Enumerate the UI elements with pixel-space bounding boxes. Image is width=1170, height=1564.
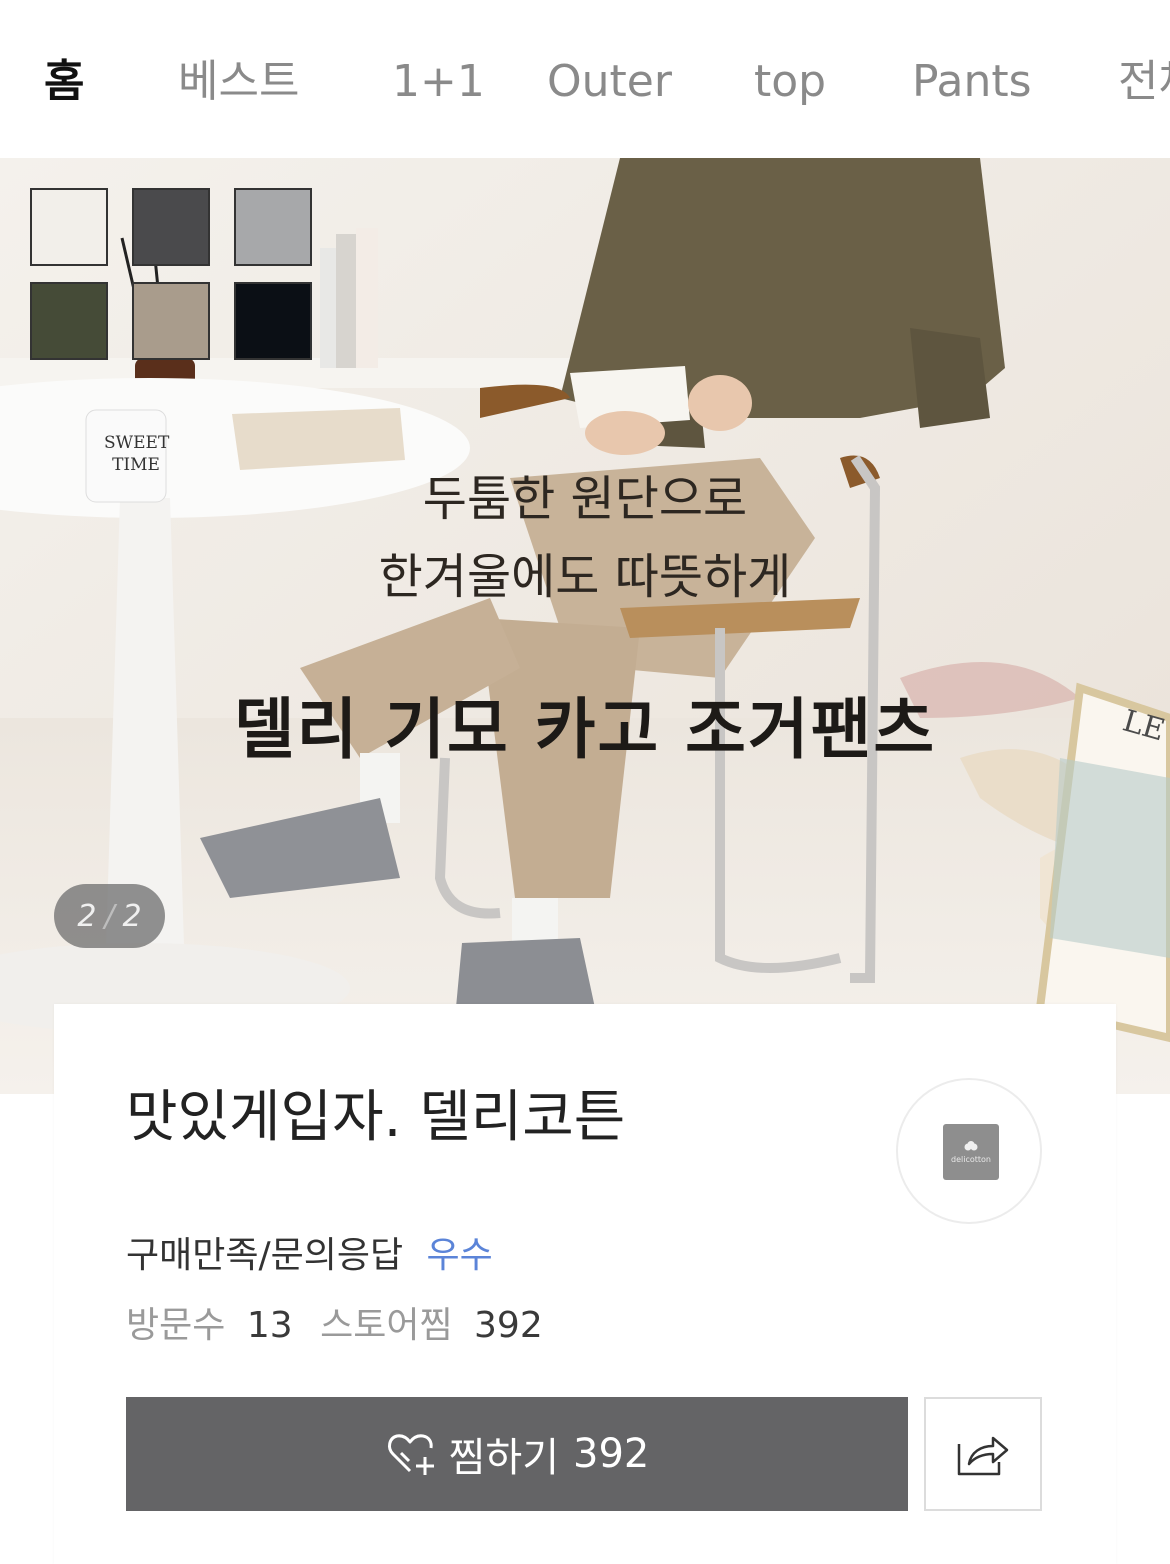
zzim-button-label: 찜하기	[448, 1435, 560, 1481]
tab-best[interactable]: 베스트	[178, 54, 299, 110]
tab-one-plus-one[interactable]: 1+1	[392, 54, 485, 110]
store-name: 맛있게입자. 델리코튼	[126, 1085, 626, 1150]
cotton-icon	[964, 1140, 978, 1150]
color-swatch-ivory	[30, 188, 108, 266]
category-tab-bar: 홈 베스트 1+1 Outer top Pants 전체	[0, 0, 1170, 158]
pager-current: 2	[77, 898, 97, 934]
zzim-button[interactable]: 찜하기 392	[126, 1397, 908, 1511]
banner-pager: 2 / 2	[54, 884, 165, 948]
banner-copy-line1: 두툼한 원단으로	[422, 471, 748, 527]
store-logo-image: delicotton	[943, 1124, 999, 1180]
heart-plus-icon	[385, 1431, 439, 1477]
visits-label: 방문수	[126, 1305, 226, 1346]
mug-text-line1: SWEET	[104, 433, 170, 453]
color-swatch-beige	[132, 282, 210, 360]
color-swatch-charcoal	[132, 188, 210, 266]
share-button[interactable]	[924, 1397, 1042, 1511]
tab-top[interactable]: top	[754, 54, 826, 110]
color-swatch-khaki	[30, 282, 108, 360]
zzim-button-count: 392	[573, 1431, 650, 1477]
tab-home[interactable]: 홈	[44, 54, 84, 110]
color-swatch-black	[234, 282, 312, 360]
store-logo-text: delicotton	[951, 1154, 991, 1164]
pager-separator: /	[104, 898, 115, 934]
store-info-card: 맛있게입자. 델리코튼 delicotton 구매만족/문의응답 우수 방문수 …	[54, 1004, 1116, 1564]
pager-total: 2	[122, 898, 142, 934]
rating-value: 우수	[426, 1235, 493, 1276]
tab-pants[interactable]: Pants	[912, 54, 1032, 110]
promo-banner[interactable]: SWEET TIME LE M 두툼한 원단으로 한겨울에도 따뜻하게 델리 기…	[0, 158, 1170, 1094]
share-icon	[957, 1436, 1009, 1476]
color-swatch-gray	[234, 188, 312, 266]
banner-copy-line2: 한겨울에도 따뜻하게	[378, 549, 792, 605]
visits-value: 13	[246, 1305, 293, 1346]
store-zzim-label: 스토어찜	[320, 1305, 453, 1346]
tab-all[interactable]: 전체	[1118, 54, 1170, 110]
store-zzim-value: 392	[474, 1305, 543, 1346]
store-rating: 구매만족/문의응답 우수	[126, 1226, 493, 1278]
rating-label: 구매만족/문의응답	[126, 1235, 404, 1276]
banner-product-title: 델리 기모 카고 조거팬츠	[233, 691, 937, 768]
tab-outer[interactable]: Outer	[547, 54, 672, 110]
store-logo[interactable]: delicotton	[896, 1078, 1042, 1224]
store-stats: 방문수 13 스토어찜 392	[126, 1296, 559, 1348]
